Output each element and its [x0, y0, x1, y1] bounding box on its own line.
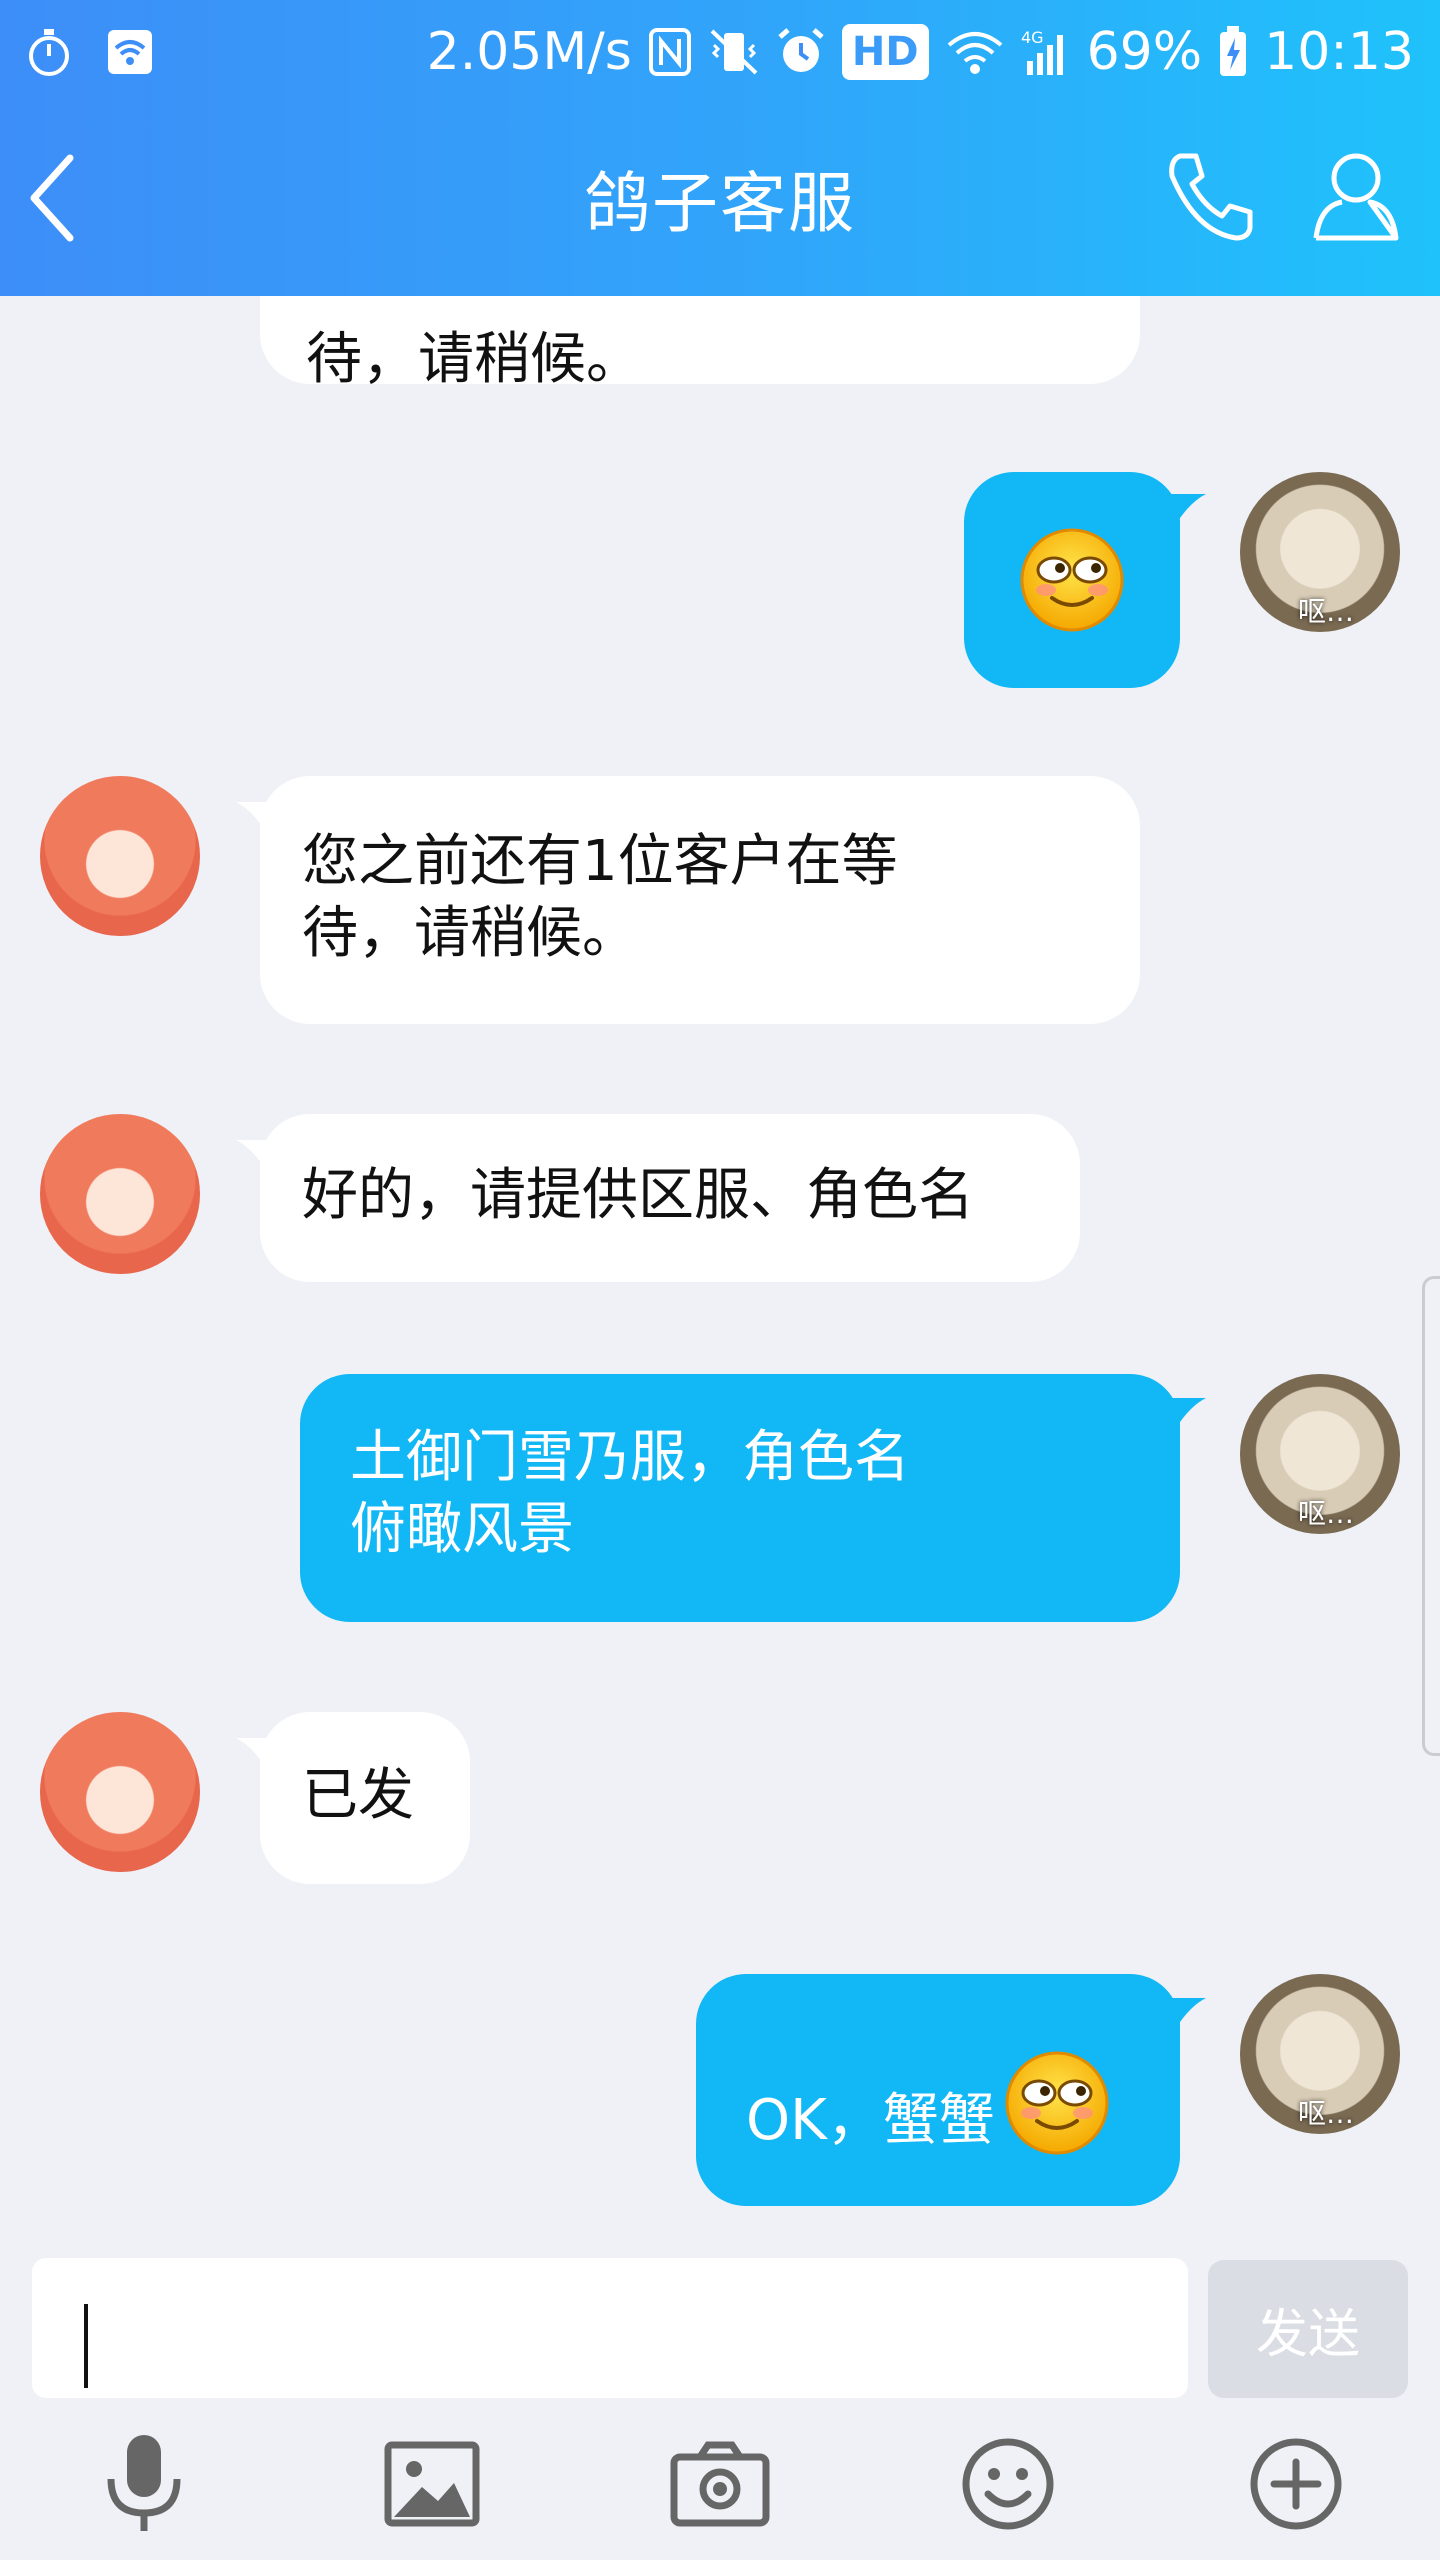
message-text: 待，请稍候。 [302, 901, 638, 966]
hd-badge: HD [841, 24, 929, 80]
input-toolbar [0, 2424, 1440, 2544]
image-button[interactable] [372, 2424, 492, 2544]
message-bubble-incoming[interactable]: 您之前还有1位客户在等 待，请稍候。 [260, 776, 1140, 1024]
message-bubble-outgoing[interactable]: 土御门雪乃服，角色名 俯瞰风景 [300, 1374, 1180, 1622]
app-header: 2.05M/s HD 4G 69% 10:13 鸽子客服 [0, 0, 1440, 296]
avatar-label: 呕… [1298, 1497, 1355, 1530]
phone-icon [1169, 153, 1253, 241]
chevron-left-icon [30, 154, 74, 242]
wifi-icon [945, 27, 1005, 77]
scrollbar[interactable] [1422, 1276, 1440, 1756]
emoji-button[interactable] [948, 2424, 1068, 2544]
camera-button[interactable] [660, 2424, 780, 2544]
avatar-label: 呕… [1298, 595, 1355, 628]
battery-charging-icon [1218, 26, 1248, 78]
camera-icon [670, 2441, 770, 2527]
clock: 10:13 [1264, 22, 1414, 82]
plus-icon [1250, 2438, 1342, 2530]
more-button[interactable] [1236, 2424, 1356, 2544]
user-avatar[interactable]: 呕… [1240, 1974, 1400, 2134]
message-text: 土御门雪乃服，角色名 [350, 1425, 910, 1490]
message-bubble-outgoing[interactable]: OK，蟹蟹 [696, 1974, 1180, 2206]
title-bar: 鸽子客服 [0, 128, 1440, 268]
agent-avatar[interactable] [40, 1114, 200, 1274]
stopwatch-icon [26, 27, 72, 77]
message-text: 待，请稍候。 [306, 327, 642, 392]
agent-avatar[interactable] [40, 776, 200, 936]
message-text: OK，蟹蟹 [746, 2088, 995, 2153]
emoji-icon [962, 2438, 1054, 2530]
battery-percent: 69% [1086, 22, 1203, 82]
avatar-label: 呕… [1298, 2097, 1355, 2130]
user-avatar[interactable]: 呕… [1240, 1374, 1400, 1534]
vibrate-mute-icon [708, 27, 760, 77]
message-bubble-outgoing[interactable] [964, 472, 1180, 688]
page-title: 鸽子客服 [584, 165, 856, 242]
cellular-signal-icon: 4G [1021, 27, 1071, 77]
smug-emoji-icon [1003, 2049, 1111, 2157]
input-bar: 发送 [0, 2244, 1440, 2560]
user-avatar[interactable]: 呕… [1240, 472, 1400, 632]
send-button[interactable]: 发送 [1208, 2260, 1408, 2398]
message-bubble-incoming[interactable]: 待，请稍候。 [260, 296, 1140, 392]
message-input[interactable] [32, 2258, 1188, 2398]
alarm-icon [776, 27, 826, 77]
image-icon [384, 2441, 480, 2527]
nfc-icon [648, 27, 692, 77]
back-button[interactable] [24, 150, 120, 246]
text-caret [84, 2304, 88, 2388]
smug-emoji-icon [1018, 526, 1126, 634]
message-text: 您之前还有1位客户在等 [302, 829, 898, 894]
wifi-hotspot-icon [106, 28, 154, 76]
microphone-icon [107, 2435, 181, 2531]
agent-avatar[interactable] [40, 1712, 200, 1872]
message-text: 已发 [302, 1763, 414, 1828]
status-bar: 2.05M/s HD 4G 69% 10:13 [0, 0, 1440, 104]
chat-area[interactable]: 待，请稍候。 呕… 您之前还有1位客户在等 待，请稍候。 好的，请提供区服、角色… [0, 296, 1440, 2244]
network-type: 4G [1021, 28, 1044, 47]
person-icon [1313, 153, 1399, 241]
message-bubble-incoming[interactable]: 已发 [260, 1712, 470, 1884]
call-button[interactable] [1160, 146, 1260, 246]
message-bubble-incoming[interactable]: 好的，请提供区服、角色名 [260, 1114, 1080, 1282]
profile-button[interactable] [1306, 146, 1406, 246]
network-speed: 2.05M/s [426, 22, 632, 82]
message-text: 俯瞰风景 [350, 1497, 574, 1562]
voice-button[interactable] [84, 2424, 204, 2544]
message-text: 好的，请提供区服、角色名 [302, 1163, 974, 1228]
